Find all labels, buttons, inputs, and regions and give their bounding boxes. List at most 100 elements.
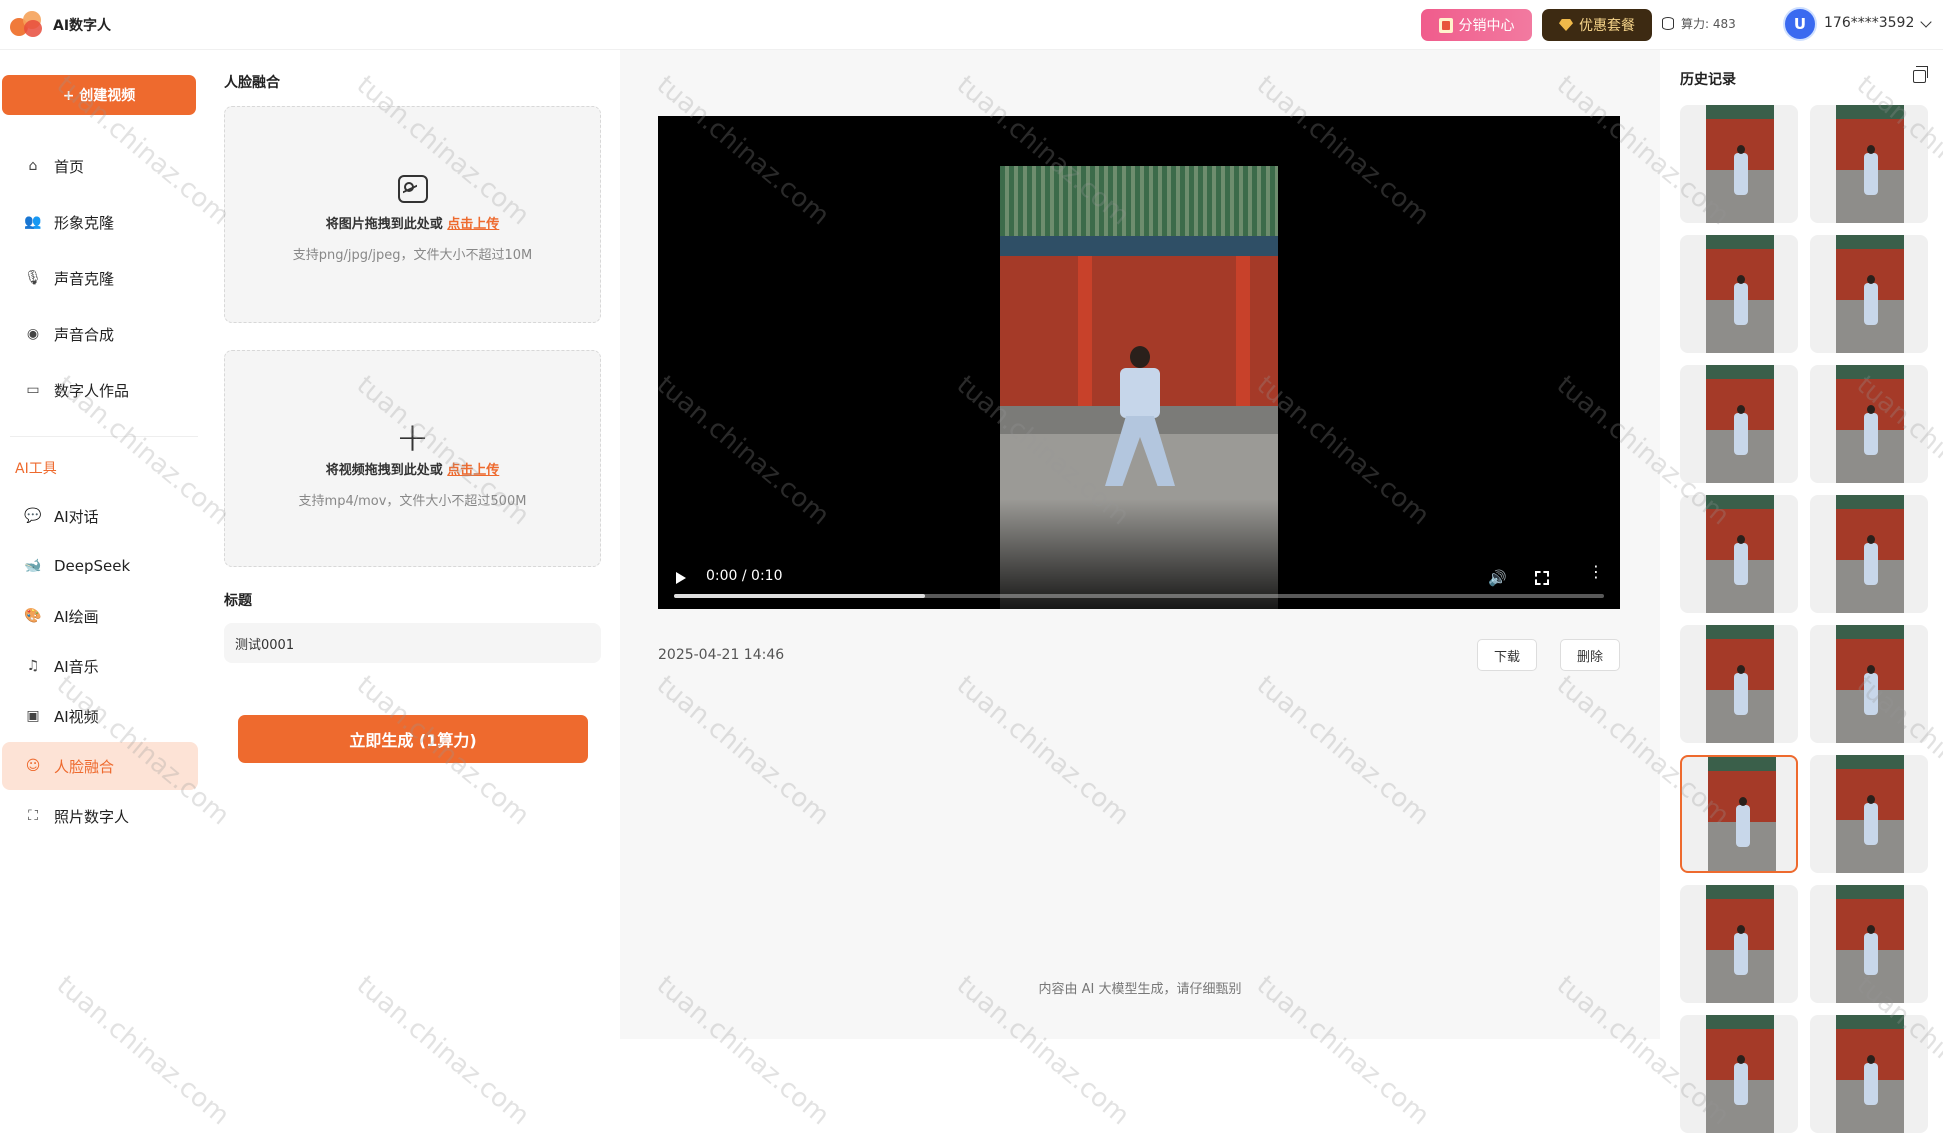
chevron-down-icon[interactable] (1920, 16, 1932, 28)
sidebar-item-label: 形象克隆 (54, 213, 115, 232)
compute-power: 算力: 483 (1662, 15, 1736, 32)
sidebar-item-avatar-clone[interactable]: 👥 形象克隆 (2, 198, 198, 246)
history-thumbnail[interactable] (1810, 625, 1928, 743)
sidebar-item-label: 照片数字人 (54, 807, 130, 826)
sidebar-item-face-fusion[interactable]: ☺ 人脸融合 (2, 742, 198, 790)
sidebar-item-label: 声音克隆 (54, 269, 115, 288)
sidebar-item-voice-synthesis[interactable]: ◉ 声音合成 (2, 310, 198, 358)
sidebar-item-label: 声音合成 (54, 325, 115, 344)
history-thumbnail[interactable] (1680, 625, 1798, 743)
delete-button[interactable]: 删除 (1560, 639, 1620, 671)
history-thumbnail[interactable] (1810, 235, 1928, 353)
sidebar-item-ai-chat[interactable]: 💬 AI对话 (2, 492, 198, 540)
waveform-icon: ◉ (26, 326, 40, 342)
generate-button[interactable]: 立即生成 (1算力) (238, 715, 588, 763)
result-panel: 0:00 / 0:10 🔊 ⋮ 2025-04-21 14:46 下载 删除 内… (620, 50, 1660, 1039)
sidebar: + 创建视频 ⌂ 首页 👥 形象克隆 🎙 声音克隆 ◉ 声音合成 ▭ 数字人作品… (0, 50, 200, 1039)
video-time: 0:00 / 0:10 (706, 568, 783, 584)
image-upload-icon (397, 175, 428, 203)
gift-icon (1438, 17, 1453, 33)
image-upload-link[interactable]: 点击上传 (447, 217, 499, 232)
sidebar-item-label: AI音乐 (54, 657, 99, 676)
result-date: 2025-04-21 14:46 (658, 647, 785, 663)
section-title: AI工具 (15, 461, 57, 477)
history-thumbnail[interactable] (1680, 365, 1798, 483)
discount-package-button[interactable]: 优惠套餐 (1542, 9, 1652, 41)
video-progress-bar[interactable] (674, 594, 1604, 598)
face-scan-icon: ⛶ (28, 808, 38, 824)
history-thumbnail[interactable] (1810, 1015, 1928, 1133)
copy-icon[interactable] (1913, 66, 1928, 83)
face-icon: ☺ (25, 758, 41, 774)
sidebar-item-label: AI绘画 (54, 607, 99, 626)
play-icon[interactable] (676, 572, 686, 584)
video-camera-icon: ▭ (26, 382, 40, 398)
sidebar-item-label: 数字人作品 (54, 381, 130, 400)
history-thumbnail[interactable] (1680, 495, 1798, 613)
history-thumbnail[interactable] (1680, 885, 1798, 1003)
form-title: 人脸融合 (224, 75, 280, 91)
sidebar-item-voice-clone[interactable]: 🎙 声音克隆 (2, 254, 198, 302)
history-thumbnail[interactable] (1680, 235, 1798, 353)
database-icon (1662, 17, 1674, 30)
sidebar-item-ai-video[interactable]: ▣ AI视频 (2, 692, 198, 740)
microphone-icon: 🎙 (24, 270, 42, 286)
sidebar-item-digital-works[interactable]: ▭ 数字人作品 (2, 366, 198, 414)
history-thumbnail[interactable] (1680, 755, 1798, 873)
plus-icon: + (395, 415, 430, 461)
title-label: 标题 (224, 593, 252, 609)
video-drop-text: 将视频拖拽到此处或 点击上传 (225, 459, 600, 478)
user-clone-icon: 👥 (24, 214, 42, 230)
create-video-button[interactable]: + 创建视频 (2, 75, 196, 115)
home-icon: ⌂ (28, 158, 38, 174)
sidebar-item-ai-music[interactable]: ♫ AI音乐 (2, 642, 198, 690)
face-fusion-form: 人脸融合 将图片拖拽到此处或 点击上传 支持png/jpg/jpeg，文件大小不… (200, 50, 620, 1039)
video-upload-hint: 支持mp4/mov，文件大小不超过500M (298, 494, 527, 509)
history-thumbnail[interactable] (1680, 1015, 1798, 1133)
distribution-center-button[interactable]: 分销中心 (1421, 9, 1532, 41)
video-upload-link[interactable]: 点击上传 (447, 463, 499, 478)
sidebar-item-label: 人脸融合 (54, 757, 115, 776)
title-input[interactable]: 测试0001 (224, 623, 601, 663)
image-drop-instruction: 将图片拖拽到此处或 (325, 217, 443, 232)
history-thumbnail[interactable] (1680, 105, 1798, 223)
palette-icon: 🎨 (24, 608, 42, 624)
sidebar-item-label: AI视频 (54, 707, 99, 726)
app-logo[interactable] (10, 10, 44, 38)
sidebar-item-ai-painting[interactable]: 🎨 AI绘画 (2, 592, 198, 640)
sidebar-item-photo-avatar[interactable]: ⛶ 照片数字人 (2, 792, 198, 840)
history-thumbnail[interactable] (1810, 755, 1928, 873)
sidebar-item-home[interactable]: ⌂ 首页 (2, 142, 198, 190)
video-upload-dropzone[interactable]: + 将视频拖拽到此处或 点击上传 支持mp4/mov，文件大小不超过500M (224, 350, 601, 567)
distribution-label: 分销中心 (1458, 18, 1515, 34)
chat-icon: 💬 (24, 508, 42, 524)
video-icon: ▣ (26, 708, 40, 724)
user-phone[interactable]: 176****3592 (1824, 15, 1914, 31)
history-thumbnail[interactable] (1810, 105, 1928, 223)
sidebar-item-label: 首页 (54, 157, 85, 176)
power-value: 算力: 483 (1681, 17, 1736, 31)
download-button[interactable]: 下载 (1477, 639, 1537, 671)
video-drop-instruction: 将视频拖拽到此处或 (325, 463, 443, 478)
volume-icon[interactable]: 🔊 (1488, 569, 1507, 587)
video-player[interactable]: 0:00 / 0:10 🔊 ⋮ (658, 116, 1620, 609)
history-title: 历史记录 (1680, 72, 1736, 88)
history-thumbnail[interactable] (1810, 885, 1928, 1003)
diamond-icon (1559, 19, 1573, 31)
history-thumbnail[interactable] (1810, 365, 1928, 483)
history-thumbnail[interactable] (1810, 495, 1928, 613)
divider (10, 436, 198, 437)
top-bar: AI数字人 分销中心 优惠套餐 算力: 483 U 176****3592 (0, 0, 1943, 50)
sidebar-item-deepseek[interactable]: 🐋 DeepSeek (2, 542, 198, 590)
avatar[interactable]: U (1783, 7, 1817, 41)
more-options-icon[interactable]: ⋮ (1588, 564, 1604, 580)
brand-name: AI数字人 (53, 18, 112, 34)
image-upload-dropzone[interactable]: 将图片拖拽到此处或 点击上传 支持png/jpg/jpeg，文件大小不超过10M (224, 106, 601, 323)
image-upload-hint: 支持png/jpg/jpeg，文件大小不超过10M (292, 248, 533, 263)
package-label: 优惠套餐 (1579, 18, 1635, 34)
ai-disclaimer: 内容由 AI 大模型生成，请仔细甄别 (1038, 982, 1242, 997)
fullscreen-icon[interactable] (1535, 571, 1549, 585)
sidebar-item-label: DeepSeek (54, 557, 131, 575)
history-panel: 历史记录 (1660, 50, 1943, 1133)
image-drop-text: 将图片拖拽到此处或 点击上传 (225, 213, 600, 232)
